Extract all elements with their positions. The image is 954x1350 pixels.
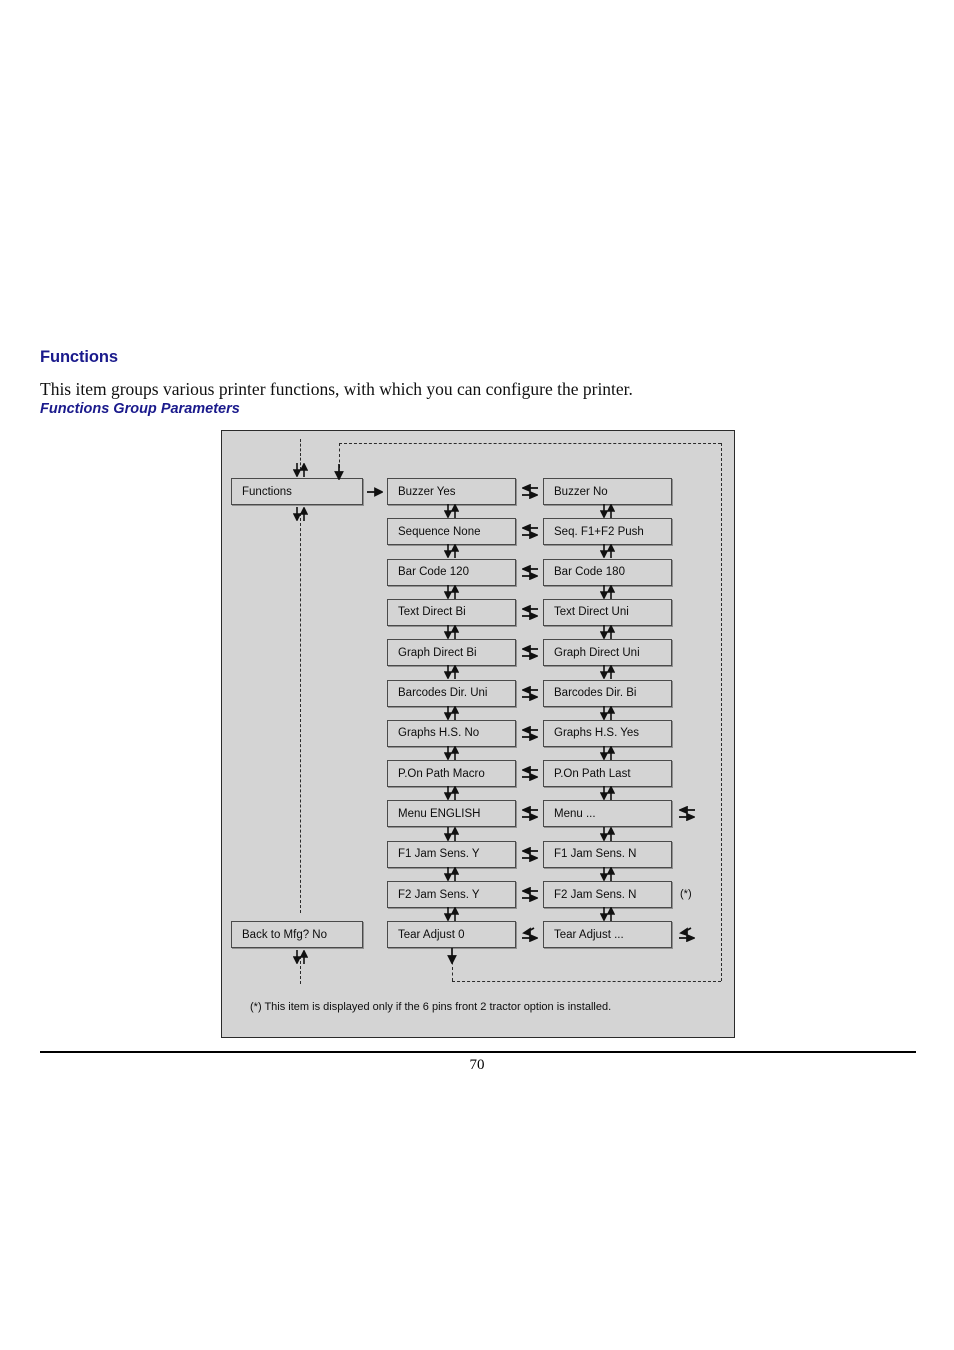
horizontal-double-arrow-icon	[520, 524, 539, 540]
footer-divider	[40, 1051, 916, 1053]
dashed-rail-bottom	[451, 981, 721, 982]
horizontal-double-arrow-icon	[520, 886, 539, 903]
menu-node-right-11[interactable]: Tear Adjust ...	[543, 921, 672, 949]
menu-node-right-0[interactable]: Buzzer No	[543, 478, 672, 505]
down-arrow-icon	[446, 948, 458, 966]
dashed-rail-right	[721, 443, 722, 981]
vertical-updown-arrow-icon	[599, 745, 616, 761]
dashed-rail-top	[339, 443, 721, 444]
vertical-updown-arrow-icon	[292, 949, 308, 966]
horizontal-double-arrow-icon	[520, 604, 539, 621]
menu-node-mid-3[interactable]: Text Direct Bi	[387, 598, 516, 626]
vertical-updown-arrow-icon	[599, 825, 616, 842]
diagram-footnote: (*) This item is displayed only if the 6…	[250, 1001, 612, 1013]
vertical-updown-arrow-icon	[443, 906, 460, 922]
menu-node-mid-5[interactable]: Barcodes Dir. Uni	[387, 679, 516, 707]
menu-node-right-6[interactable]: Graphs H.S. Yes	[543, 719, 672, 747]
horizontal-double-arrow-icon	[520, 806, 539, 822]
menu-node-mid-9[interactable]: F1 Jam Sens. Y	[387, 840, 516, 868]
vertical-updown-arrow-icon	[599, 866, 616, 882]
dashed-rail-left-middle	[300, 513, 301, 914]
vertical-updown-arrow-icon	[443, 825, 460, 842]
menu-node-right-8[interactable]: Menu ...	[543, 800, 672, 828]
figure-caption: Functions Group Parameters	[40, 401, 240, 417]
menu-node-functions[interactable]: Functions	[231, 478, 363, 505]
body-paragraph: This item groups various printer functio…	[40, 379, 633, 399]
menu-node-right-3[interactable]: Text Direct Uni	[543, 598, 672, 626]
horizontal-double-arrow-icon	[520, 846, 539, 862]
vertical-updown-arrow-icon	[599, 906, 616, 922]
vertical-updown-arrow-icon	[292, 462, 308, 478]
horizontal-double-arrow-icon	[520, 564, 539, 580]
page-title: Functions	[40, 348, 118, 366]
vertical-updown-arrow-icon	[599, 503, 616, 519]
vertical-updown-arrow-icon	[443, 785, 460, 802]
vertical-updown-arrow-icon	[443, 624, 460, 640]
menu-node-right-9[interactable]: F1 Jam Sens. N	[543, 840, 672, 868]
vertical-updown-arrow-icon	[599, 664, 616, 681]
vertical-updown-arrow-icon	[443, 745, 460, 761]
vertical-updown-arrow-icon	[443, 503, 460, 519]
vertical-updown-arrow-icon	[599, 785, 616, 802]
horizontal-double-arrow-icon	[520, 644, 539, 661]
horizontal-double-arrow-icon	[520, 483, 539, 500]
functions-menu-flow-diagram: (*) This item is displayed only if the 6…	[221, 430, 735, 1038]
vertical-updown-arrow-icon	[292, 506, 308, 522]
vertical-updown-arrow-icon	[443, 664, 460, 681]
menu-node-right-4[interactable]: Graph Direct Uni	[543, 639, 672, 667]
horizontal-double-arrow-icon	[520, 685, 539, 701]
vertical-updown-arrow-icon	[599, 624, 616, 640]
menu-node-mid-8[interactable]: Menu ENGLISH	[387, 800, 516, 828]
menu-node-mid-6[interactable]: Graphs H.S. No	[387, 719, 516, 747]
vertical-updown-arrow-icon	[599, 704, 616, 721]
bent-arrow-icon	[521, 927, 539, 943]
menu-node-right-2[interactable]: Bar Code 180	[543, 558, 672, 586]
menu-node-mid-2[interactable]: Bar Code 120	[387, 558, 516, 586]
bent-arrow-icon	[679, 927, 697, 943]
horizontal-double-arrow-icon	[520, 765, 539, 782]
horizontal-double-arrow-icon	[520, 725, 539, 742]
document-page: Functions This item groups various print…	[0, 0, 954, 1350]
menu-node-right-7[interactable]: P.On Path Last	[543, 760, 672, 788]
menu-node-right-1[interactable]: Seq. F1+F2 Push	[543, 518, 672, 546]
horizontal-double-arrow-icon	[677, 806, 697, 822]
vertical-updown-arrow-icon	[443, 866, 460, 882]
vertical-updown-arrow-icon	[599, 543, 616, 560]
menu-node-right-10[interactable]: F2 Jam Sens. N	[543, 881, 672, 908]
right-arrow-icon	[367, 486, 384, 498]
menu-node-mid-7[interactable]: P.On Path Macro	[387, 760, 516, 788]
page-number: 70	[469, 1057, 485, 1073]
menu-node-mid-10[interactable]: F2 Jam Sens. Y	[387, 881, 516, 908]
menu-node-right-5[interactable]: Barcodes Dir. Bi	[543, 679, 672, 707]
footnote-marker: (*)	[680, 887, 692, 900]
menu-node-mid-1[interactable]: Sequence None	[387, 518, 516, 546]
down-arrow-icon	[333, 464, 345, 481]
menu-node-mid-11[interactable]: Tear Adjust 0	[387, 921, 516, 949]
vertical-updown-arrow-icon	[443, 583, 460, 600]
vertical-updown-arrow-icon	[443, 704, 460, 721]
menu-node-mid-4[interactable]: Graph Direct Bi	[387, 639, 516, 667]
menu-node-back-to-mfg[interactable]: Back to Mfg? No	[231, 921, 363, 949]
vertical-updown-arrow-icon	[599, 583, 616, 600]
vertical-updown-arrow-icon	[443, 543, 460, 560]
menu-node-mid-0[interactable]: Buzzer Yes	[387, 478, 516, 505]
